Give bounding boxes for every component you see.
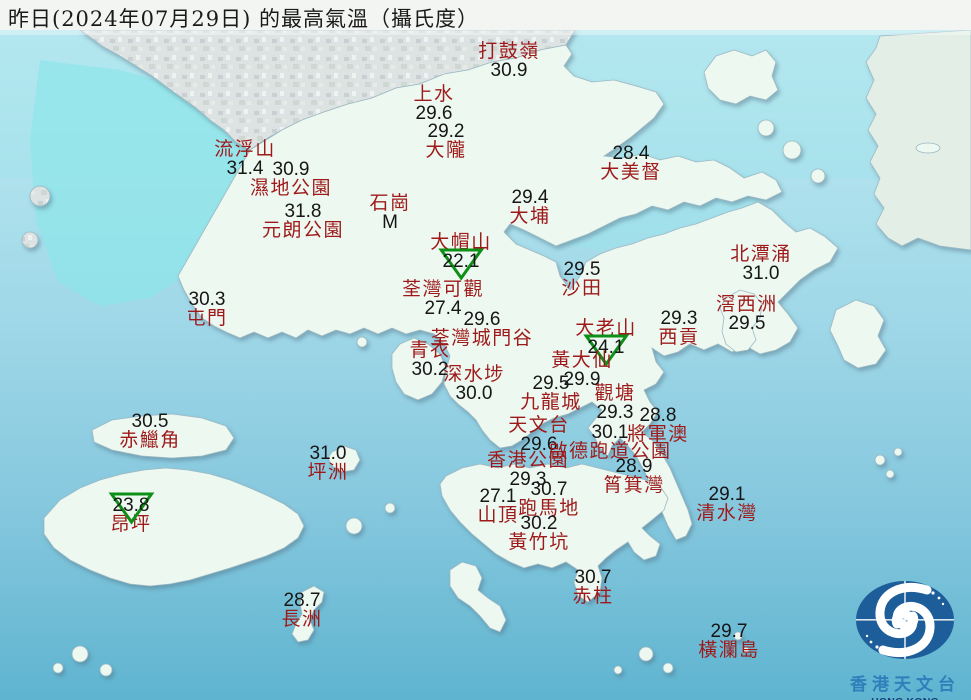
station-name: 石崗 xyxy=(369,192,411,214)
station-temperature: 29.5 xyxy=(532,373,570,394)
station-name: 青衣 xyxy=(409,339,451,361)
hko-logo: 香港天文台 HONG KONG OBSERVATORY xyxy=(836,578,971,700)
station-深水埗: 深水埗 30.0 xyxy=(443,363,505,405)
hko-logo-text-zh: 香港天文台 xyxy=(850,675,960,695)
station-name: 筲箕灣 xyxy=(603,474,665,497)
station-石崗: 石崗 M xyxy=(369,192,411,234)
station-temperature: 30.9 xyxy=(272,159,310,180)
station-temperature: 30.5 xyxy=(131,411,169,432)
station-temperature: 30.0 xyxy=(455,383,493,405)
station-temperature: 28.4 xyxy=(612,143,650,164)
station-name: 坪洲 xyxy=(307,461,349,484)
station-坪洲: 31.0 坪洲 xyxy=(307,444,348,483)
station-name: 大美督 xyxy=(600,161,662,184)
station-name: 元朗公園 xyxy=(261,219,345,242)
station-大埔: 29.4 大埔 xyxy=(509,188,550,227)
station-name: 黃大仙 xyxy=(551,349,613,371)
stations-layer: 打鼓嶺 30.9 上水 29.6 29.2 大隴 流浮山 31.4 30.9 濕地公園 31.8 元朗… xyxy=(0,0,971,700)
station-temperature: 30.7 xyxy=(574,567,612,588)
station-赤鱲角: 30.5 赤鱲角 xyxy=(119,412,181,451)
station-name: 北潭涌 xyxy=(730,243,792,265)
station-筲箕灣: 28.9 筲箕灣 xyxy=(603,457,665,496)
station-長洲: 28.7 長洲 xyxy=(281,591,322,630)
station-temperature: 31.8 xyxy=(284,201,322,222)
station-name: 黃竹坑 xyxy=(508,531,570,554)
station-temperature: 29.6 xyxy=(463,309,501,330)
station-濕地公園: 30.9 濕地公園 xyxy=(250,160,332,199)
station-name: 打鼓嶺 xyxy=(478,40,540,62)
station-昂坪: 23.8 昂坪 xyxy=(108,492,154,535)
station-name: 深水埗 xyxy=(443,363,505,385)
station-temperature: 27.1 xyxy=(479,486,517,507)
station-屯門: 30.3 屯門 xyxy=(186,290,227,329)
station-temperature: M xyxy=(382,212,398,234)
station-name: 赤柱 xyxy=(572,585,614,608)
station-大帽山: 大帽山 22.1 xyxy=(430,232,492,281)
station-name: 滘西洲 xyxy=(716,293,778,315)
station-橫瀾島: 29.7 橫瀾島 xyxy=(698,622,760,661)
station-temperature: 23.8 xyxy=(108,492,154,525)
station-name: 濕地公園 xyxy=(249,177,333,200)
station-temperature: 30.2 xyxy=(520,513,558,534)
station-temperature: 29.2 xyxy=(427,121,465,142)
station-滘西洲: 滘西洲 29.5 xyxy=(716,293,778,335)
station-name: 流浮山 xyxy=(214,138,276,160)
station-上水: 上水 29.6 xyxy=(413,83,455,124)
station-name: 清水灣 xyxy=(696,502,758,525)
hko-logo-icon xyxy=(856,581,954,659)
station-黃竹坑: 30.2 黃竹坑 xyxy=(508,514,570,553)
station-西貢: 29.3 西貢 xyxy=(658,309,699,348)
station-name: 橫瀾島 xyxy=(698,639,760,662)
station-name: 觀塘 xyxy=(594,382,636,404)
hko-logo-text-en: HONG KONG OBSERVATORY xyxy=(836,696,971,700)
station-九龍城: 29.5 九龍城 xyxy=(520,374,582,413)
station-temperature: 29.1 xyxy=(708,484,746,505)
station-temperature: 31.0 xyxy=(309,443,347,464)
station-name: 長洲 xyxy=(281,608,323,631)
station-北潭涌: 北潭涌 31.0 xyxy=(730,243,792,285)
station-temperature: 29.3 xyxy=(660,308,698,329)
station-赤柱: 30.7 赤柱 xyxy=(572,568,613,607)
station-temperature: 22.1 xyxy=(430,248,492,281)
station-temperature: 30.7 xyxy=(530,479,568,500)
weather-map-screen: 昨日(2024年07月29日) 的最高氣溫（攝氏度） 打鼓嶺 30.9 上水 29.6… xyxy=(0,0,971,700)
station-name: 屯門 xyxy=(186,307,228,330)
station-temperature: 29.5 xyxy=(728,313,766,335)
station-元朗公園: 31.8 元朗公園 xyxy=(262,202,344,241)
station-temperature: 29.4 xyxy=(511,187,549,208)
station-大隴: 29.2 大隴 xyxy=(425,122,466,161)
station-name: 西貢 xyxy=(658,326,700,349)
station-name: 九龍城 xyxy=(520,391,582,414)
station-name: 香港公園 xyxy=(486,449,570,471)
station-name: 大隴 xyxy=(425,139,467,162)
station-name: 荃灣可觀 xyxy=(401,278,485,300)
station-temperature: 29.7 xyxy=(710,621,748,642)
station-打鼓嶺: 打鼓嶺 30.9 xyxy=(478,40,540,82)
station-temperature: 30.1 xyxy=(591,422,629,443)
station-沙田: 29.5 沙田 xyxy=(561,260,602,299)
station-temperature: 30.3 xyxy=(188,289,226,310)
station-name: 沙田 xyxy=(561,277,603,300)
station-temperature: 28.7 xyxy=(283,590,321,611)
station-temperature: 30.9 xyxy=(490,60,528,82)
station-大美督: 28.4 大美督 xyxy=(600,144,662,183)
station-清水灣: 29.1 清水灣 xyxy=(696,485,758,524)
station-name: 赤鱲角 xyxy=(119,429,181,452)
station-name: 上水 xyxy=(413,83,455,105)
station-name: 大埔 xyxy=(509,205,551,228)
station-temperature: 31.0 xyxy=(742,263,780,285)
station-temperature: 29.5 xyxy=(563,259,601,280)
station-temperature: 28.9 xyxy=(615,456,653,477)
